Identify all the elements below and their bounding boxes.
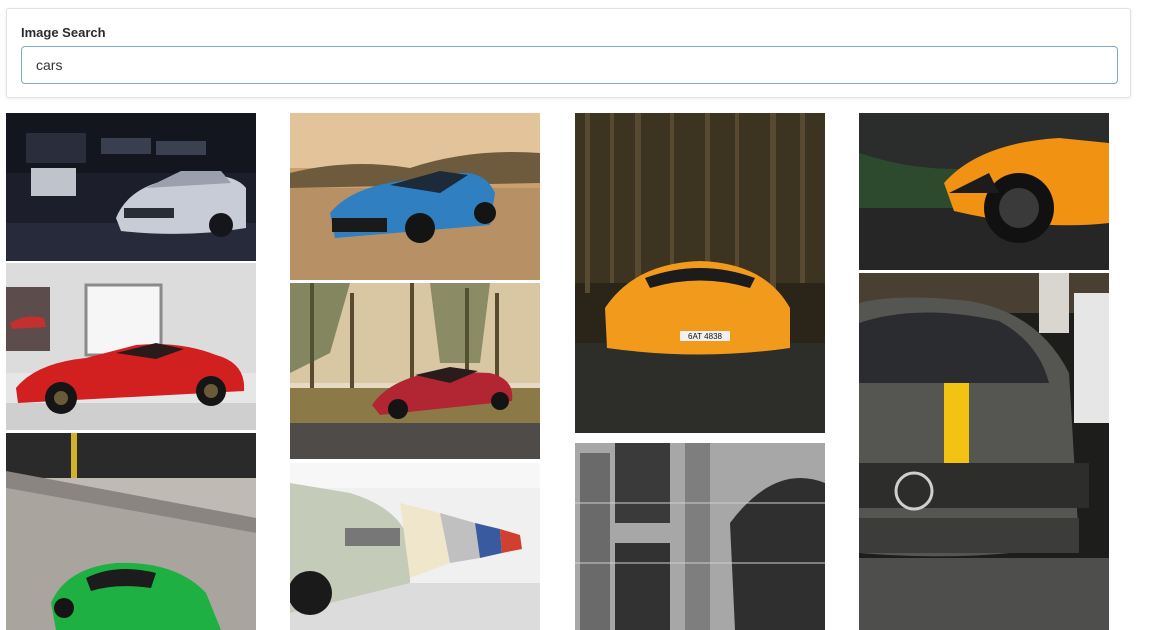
search-label: Image Search (21, 25, 106, 40)
search-input[interactable] (21, 46, 1118, 84)
image-search-panel: Image Search (6, 8, 1131, 98)
green-sports-car-photo[interactable] (6, 433, 256, 630)
classic-bmw-row-photo[interactable] (290, 463, 540, 630)
license-plate: 6AT 4838 (688, 332, 723, 341)
grey-mercedes-amg-photo[interactable] (859, 273, 1109, 630)
silver-camaro-garage-photo[interactable] (6, 113, 256, 261)
orange-lamborghini-forest-photo[interactable]: 6AT 4838 (575, 113, 825, 433)
red-mercedes-amg-forest-photo[interactable] (290, 283, 540, 459)
red-ferrari-showroom-photo[interactable] (6, 263, 256, 430)
orange-huracan-photo[interactable] (859, 113, 1109, 270)
stone-building-facade-photo[interactable] (575, 443, 825, 630)
blue-camaro-desert-photo[interactable] (290, 113, 540, 280)
